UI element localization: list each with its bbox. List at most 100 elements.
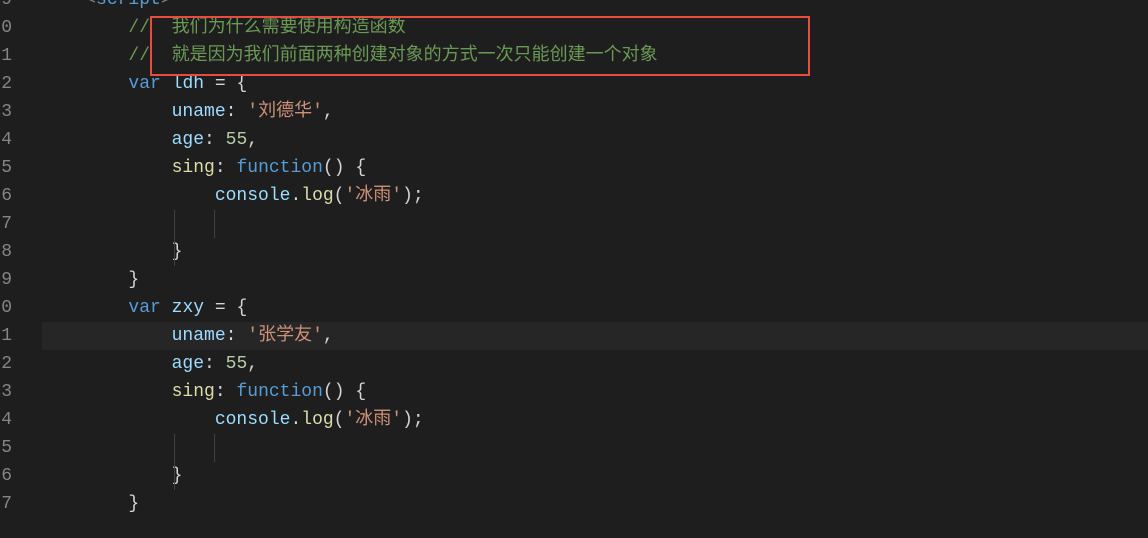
- line-number: 8: [0, 238, 12, 266]
- line-number: 7: [0, 490, 12, 518]
- method-name: log: [301, 186, 333, 206]
- colon: :: [204, 130, 215, 150]
- indent: [42, 46, 128, 66]
- string-literal: '冰雨': [344, 186, 402, 206]
- code-line[interactable]: var zxy = {: [42, 294, 1148, 322]
- code-line[interactable]: uname: '张学友',: [42, 322, 1148, 350]
- code-line[interactable]: age: 55,: [42, 126, 1148, 154]
- indent: [42, 494, 128, 514]
- colon: :: [204, 354, 215, 374]
- brace-open: {: [355, 158, 366, 178]
- console-object: console: [215, 186, 291, 206]
- indent-guide: [214, 434, 215, 462]
- variable-name: zxy: [172, 298, 204, 318]
- brace-close: }: [128, 494, 139, 514]
- code-line[interactable]: sing: function() {: [42, 378, 1148, 406]
- line-number: 0: [0, 14, 12, 42]
- line-number: 0: [0, 294, 12, 322]
- indent-guide: [214, 210, 215, 238]
- indent: [42, 466, 172, 486]
- equals: =: [215, 298, 226, 318]
- tag-name: script: [96, 0, 161, 10]
- line-number: 9: [0, 266, 12, 294]
- indent: [42, 298, 128, 318]
- line-number: 5: [0, 154, 12, 182]
- code-line[interactable]: <script>: [42, 0, 1148, 14]
- indent: [42, 326, 172, 346]
- indent: [42, 18, 128, 38]
- string-literal: '刘德华': [247, 102, 323, 122]
- comma: ,: [323, 326, 334, 346]
- brace-close: }: [128, 270, 139, 290]
- line-number: 4: [0, 406, 12, 434]
- brace-open: {: [355, 382, 366, 402]
- indent-guide: [174, 434, 175, 462]
- keyword-function: function: [236, 382, 322, 402]
- code-line[interactable]: uname: '刘德华',: [42, 98, 1148, 126]
- code-area[interactable]: <script> // 我们为什么需要使用构造函数 // 就是因为我们前面两种创…: [30, 0, 1148, 538]
- comma: ,: [323, 102, 334, 122]
- code-line[interactable]: [42, 434, 1148, 462]
- semicolon: ;: [413, 186, 424, 206]
- code-line[interactable]: [42, 210, 1148, 238]
- method-name: log: [301, 410, 333, 430]
- variable-name: ldh: [172, 74, 204, 94]
- property-name: age: [172, 354, 204, 374]
- parens: (): [323, 158, 345, 178]
- code-line[interactable]: console.log('冰雨');: [42, 406, 1148, 434]
- line-number: 7: [0, 210, 12, 238]
- keyword-var: var: [128, 74, 160, 94]
- line-number: 6: [0, 462, 12, 490]
- line-number-gutter: 9 0 1 2 3 4 5 6 7 8 9 0 1 2 3 4 5 6 7: [0, 0, 30, 538]
- code-line[interactable]: console.log('冰雨');: [42, 182, 1148, 210]
- paren-open: (: [334, 186, 345, 206]
- colon: :: [226, 102, 237, 122]
- tag-bracket: <: [85, 0, 96, 10]
- comma: ,: [247, 354, 258, 374]
- dot: .: [290, 186, 301, 206]
- indent-guide: [174, 210, 175, 238]
- line-number: 3: [0, 98, 12, 126]
- line-number: 1: [0, 42, 12, 70]
- property-name: sing: [172, 158, 215, 178]
- paren-open: (: [334, 410, 345, 430]
- keyword-var: var: [128, 298, 160, 318]
- semicolon: ;: [413, 410, 424, 430]
- line-number: 6: [0, 182, 12, 210]
- code-line[interactable]: age: 55,: [42, 350, 1148, 378]
- string-literal: '张学友': [247, 326, 323, 346]
- comment-text: 我们为什么需要使用构造函数: [172, 18, 406, 38]
- indent: [42, 74, 128, 94]
- indent: [42, 270, 128, 290]
- brace-open: {: [236, 74, 247, 94]
- colon: :: [215, 382, 226, 402]
- indent: [42, 158, 172, 178]
- property-name: uname: [172, 326, 226, 346]
- indent: [42, 130, 172, 150]
- comment-marker: //: [128, 18, 171, 38]
- indent-guide: [174, 238, 175, 266]
- line-number: 2: [0, 350, 12, 378]
- line-number: 4: [0, 126, 12, 154]
- indent: [42, 186, 215, 206]
- code-line[interactable]: // 就是因为我们前面两种创建对象的方式一次只能创建一个对象: [42, 42, 1148, 70]
- code-line[interactable]: var ldh = {: [42, 70, 1148, 98]
- code-line[interactable]: }: [42, 490, 1148, 518]
- paren-close: ): [402, 410, 413, 430]
- equals: =: [215, 74, 226, 94]
- colon: :: [226, 326, 237, 346]
- code-line[interactable]: }: [42, 266, 1148, 294]
- code-line[interactable]: // 我们为什么需要使用构造函数: [42, 14, 1148, 42]
- code-line[interactable]: }: [42, 238, 1148, 266]
- indent: [42, 382, 172, 402]
- code-line[interactable]: sing: function() {: [42, 154, 1148, 182]
- line-number: 9: [0, 0, 12, 14]
- number-literal: 55: [226, 130, 248, 150]
- comment-text: 就是因为我们前面两种创建对象的方式一次只能创建一个对象: [172, 46, 658, 66]
- code-line[interactable]: }: [42, 462, 1148, 490]
- indent: [42, 242, 172, 262]
- tag-bracket: >: [161, 0, 172, 10]
- parens: (): [323, 382, 345, 402]
- keyword-function: function: [236, 158, 322, 178]
- number-literal: 55: [226, 354, 248, 374]
